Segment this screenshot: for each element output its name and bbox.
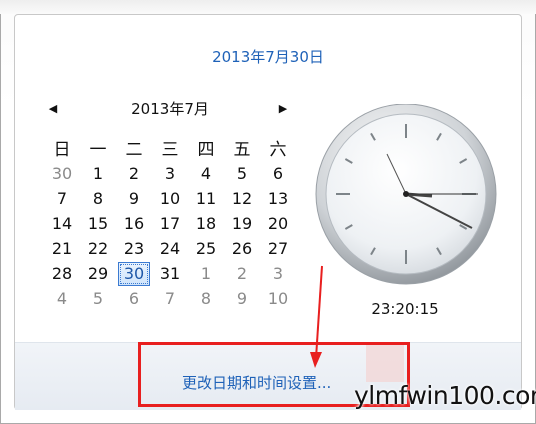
calendar-day-cell[interactable]: 2 — [116, 161, 152, 186]
calendar-day-cell[interactable]: 19 — [224, 211, 260, 236]
calendar-week-row: 30 1 2 3 4 5 6 — [44, 161, 296, 186]
calendar-day-cell[interactable]: 9 — [116, 186, 152, 211]
calendar-day-cell[interactable]: 28 — [44, 261, 80, 286]
calendar-day-cell[interactable]: 27 — [260, 236, 296, 261]
calendar-day-cell[interactable]: 10 — [260, 286, 296, 311]
calendar-day-cell[interactable]: 2 — [224, 261, 260, 286]
weekday-header: 五 — [233, 139, 251, 160]
calendar-day-cell[interactable]: 4 — [44, 286, 80, 311]
calendar-day-cell[interactable]: 25 — [188, 236, 224, 261]
month-calendar-grid: 日 一 二 三 四 五 六 30 1 2 3 4 5 6 7 8 9 10 11… — [44, 133, 296, 311]
calendar-day-cell[interactable]: 3 — [152, 161, 188, 186]
weekday-header: 六 — [269, 139, 287, 160]
calendar-day-cell[interactable]: 8 — [80, 186, 116, 211]
window-top-strip — [0, 0, 536, 14]
calendar-day-cell[interactable]: 7 — [44, 186, 80, 211]
watermark-text: ylmfwin100.com — [354, 381, 536, 410]
calendar-day-cell[interactable]: 30 — [44, 161, 80, 186]
calendar-week-row: 7 8 9 10 11 12 13 — [44, 186, 296, 211]
calendar-day-cell[interactable]: 3 — [260, 261, 296, 286]
selected-day-cell[interactable]: 30 — [116, 261, 152, 286]
next-month-button[interactable]: ▶ — [274, 100, 292, 118]
calendar-day-cell[interactable]: 8 — [188, 286, 224, 311]
calendar-week-row: 4 5 6 7 8 9 10 — [44, 286, 296, 311]
triangle-right-icon: ▶ — [278, 102, 288, 115]
calendar-day-cell[interactable]: 4 — [188, 161, 224, 186]
calendar-day-cell[interactable]: 31 — [152, 261, 188, 286]
month-title[interactable]: 2013年7月 — [110, 98, 230, 119]
calendar-week-row: 21 22 23 24 25 26 27 — [44, 236, 296, 261]
calendar-day-cell[interactable]: 1 — [80, 161, 116, 186]
calendar-day-cell[interactable]: 6 — [116, 286, 152, 311]
calendar-day-cell[interactable]: 9 — [224, 286, 260, 311]
calendar-day-cell[interactable]: 5 — [80, 286, 116, 311]
calendar-week-row: 14 15 16 17 18 19 20 — [44, 211, 296, 236]
weekday-header: 一 — [89, 139, 107, 160]
calendar-day-cell[interactable]: 23 — [116, 236, 152, 261]
calendar-day-cell[interactable]: 24 — [152, 236, 188, 261]
annotation-arrow-icon — [310, 265, 323, 368]
weekday-header: 三 — [161, 139, 179, 160]
weekday-header: 日 — [53, 139, 71, 160]
previous-month-button[interactable]: ◀ — [44, 100, 62, 118]
triangle-left-icon: ◀ — [48, 102, 58, 115]
selected-day-label: 30 — [118, 261, 150, 286]
weekday-header-row: 日 一 二 三 四 五 六 — [44, 133, 296, 161]
calendar-day-cell[interactable]: 21 — [44, 236, 80, 261]
calendar-day-cell[interactable]: 13 — [260, 186, 296, 211]
calendar-day-cell[interactable]: 6 — [260, 161, 296, 186]
calendar-day-cell[interactable]: 1 — [188, 261, 224, 286]
current-date-link[interactable]: 2013年7月30日 — [0, 46, 536, 67]
calendar-day-cell[interactable]: 5 — [224, 161, 260, 186]
digital-time: 23:20:15 — [371, 300, 439, 318]
calendar-day-cell[interactable]: 26 — [224, 236, 260, 261]
calendar-day-cell[interactable]: 11 — [188, 186, 224, 211]
calendar-day-cell[interactable]: 16 — [116, 211, 152, 236]
calendar-day-cell[interactable]: 20 — [260, 211, 296, 236]
calendar-day-cell[interactable]: 15 — [80, 211, 116, 236]
weekday-header: 四 — [197, 139, 215, 160]
calendar-day-cell[interactable]: 18 — [188, 211, 224, 236]
calendar-day-cell[interactable]: 10 — [152, 186, 188, 211]
weekday-header: 二 — [125, 139, 143, 160]
calendar-day-cell[interactable]: 12 — [224, 186, 260, 211]
analog-clock — [315, 104, 497, 285]
calendar-day-cell[interactable]: 29 — [80, 261, 116, 286]
calendar-week-row: 28 29 30 31 1 2 3 — [44, 261, 296, 286]
calendar-day-cell[interactable]: 17 — [152, 211, 188, 236]
clock-center-pin — [403, 191, 409, 197]
calendar-day-cell[interactable]: 7 — [152, 286, 188, 311]
calendar-day-cell[interactable]: 22 — [80, 236, 116, 261]
calendar-day-cell[interactable]: 14 — [44, 211, 80, 236]
